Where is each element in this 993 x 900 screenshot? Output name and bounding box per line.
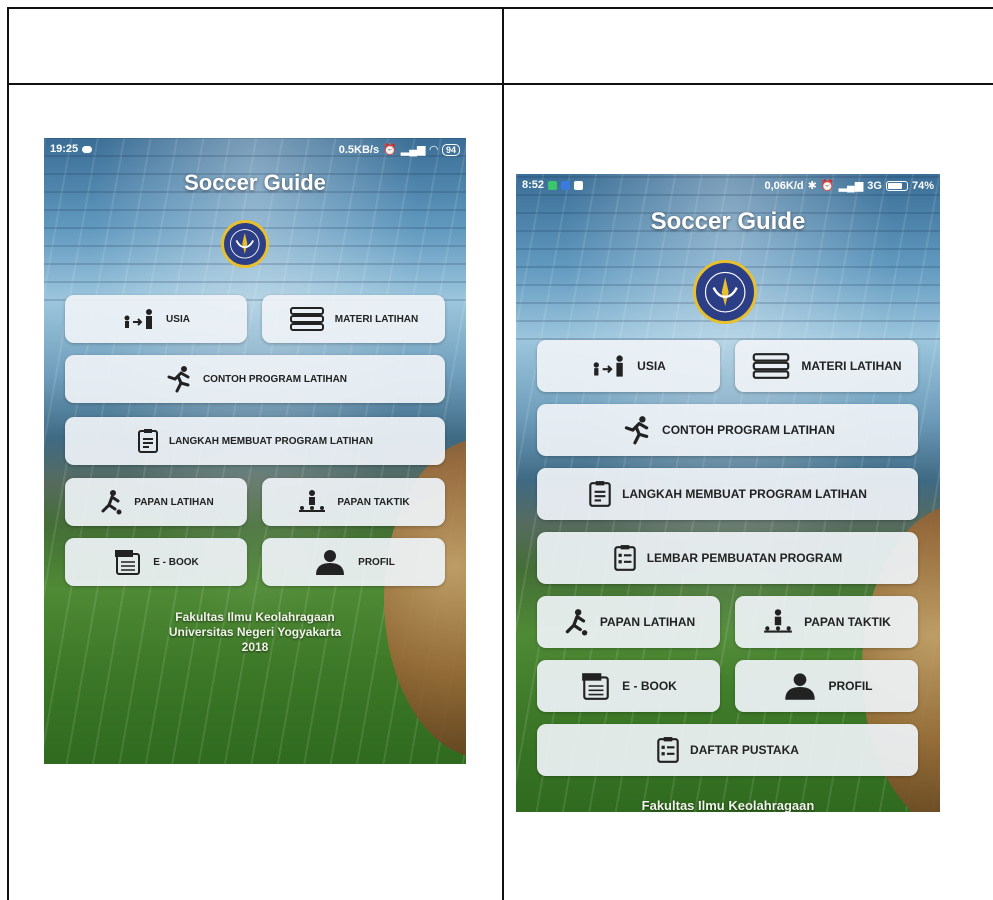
ebook-icon <box>115 550 141 575</box>
signal-icon: ▂▄▆ <box>838 180 864 192</box>
materi-latihan-button[interactable]: MATERI LATIHAN <box>262 295 445 343</box>
langkah-membuat-label: LANGKAH MEMBUAT PROGRAM LATIHAN <box>622 487 867 501</box>
usia-button[interactable]: USIA <box>65 295 247 343</box>
checklist-icon <box>613 545 636 571</box>
daftar-pustaka-button[interactable]: DAFTAR PUSTAKA <box>537 724 918 776</box>
status-time: 19:25 <box>50 143 79 155</box>
runner-icon <box>167 366 190 393</box>
table-row-divider <box>7 83 993 85</box>
materi-latihan-label: MATERI LATIHAN <box>334 313 419 325</box>
lembar-pembuatan-label: LEMBAR PEMBUATAN PROGRAM <box>646 551 843 565</box>
langkah-membuat-button[interactable]: LANGKAH MEMBUAT PROGRAM LATIHAN <box>537 468 918 520</box>
papan-latihan-label: PAPAN LATIHAN <box>599 615 696 629</box>
signal-icon: ▂▄▆ <box>400 144 426 156</box>
phone-screenshot-new: 8:52 0,06K/d ✱ ⏰ ▂▄▆ 3G 74% Soccer Guide… <box>516 174 940 812</box>
footer-university: Universitas Negeri Yogyakarta <box>168 625 342 639</box>
materi-latihan-button[interactable]: MATERI LATIHAN <box>735 340 918 392</box>
daftar-pustaka-label: DAFTAR PUSTAKA <box>690 743 799 757</box>
network-speed: 0.5KB/s <box>338 143 380 156</box>
papan-taktik-button[interactable]: PAPAN TAKTIK <box>262 478 445 526</box>
footer-credit: Fakultas Ilmu Keolahragaan Universitas N… <box>44 610 466 655</box>
network-speed: 0,06K/d <box>764 179 804 192</box>
battery-indicator: 94 <box>441 143 460 156</box>
network-type: 3G <box>867 179 882 192</box>
bluetooth-icon: ✱ <box>807 180 817 192</box>
profil-button[interactable]: PROFIL <box>262 538 445 586</box>
contoh-program-button[interactable]: CONTOH PROGRAM LATIHAN <box>65 355 445 403</box>
usia-button[interactable]: USIA <box>537 340 720 392</box>
university-logo <box>693 260 757 324</box>
checklist-icon <box>657 737 679 763</box>
tactic-board-icon <box>299 490 326 512</box>
lembar-pembuatan-button[interactable]: LEMBAR PEMBUATAN PROGRAM <box>537 532 918 584</box>
ebook-label: E - BOOK <box>622 679 677 693</box>
papan-taktik-button[interactable]: PAPAN TAKTIK <box>735 596 918 648</box>
table-top-border <box>7 7 993 9</box>
ebook-button[interactable]: E - BOOK <box>537 660 720 712</box>
person-silhouette-icon <box>784 673 815 700</box>
university-logo <box>221 220 269 268</box>
footer-credit: Fakultas Ilmu Keolahragaan <box>516 798 940 812</box>
age-progression-icon <box>593 355 623 377</box>
langkah-membuat-label: LANGKAH MEMBUAT PROGRAM LATIHAN <box>168 435 374 447</box>
table-column-divider <box>502 7 504 900</box>
app-notification-icon <box>561 180 571 190</box>
table-left-border <box>7 7 9 900</box>
books-icon <box>289 307 324 331</box>
footballer-kick-icon <box>565 609 588 636</box>
papan-latihan-label: PAPAN LATIHAN <box>134 496 214 508</box>
profil-label: PROFIL <box>358 556 395 568</box>
contoh-program-label: CONTOH PROGRAM LATIHAN <box>662 423 835 437</box>
alarm-icon: ⏰ <box>820 180 835 192</box>
footballer-kick-icon <box>101 490 122 515</box>
tactic-board-icon <box>764 609 793 633</box>
profil-label: PROFIL <box>828 679 873 693</box>
contoh-program-button[interactable]: CONTOH PROGRAM LATIHAN <box>537 404 918 456</box>
wifi-icon: ◠ <box>429 144 438 156</box>
age-progression-icon <box>124 309 153 329</box>
papan-latihan-button[interactable]: PAPAN LATIHAN <box>65 478 247 526</box>
footer-faculty: Fakultas Ilmu Keolahragaan <box>175 610 335 624</box>
books-icon <box>753 353 790 379</box>
ebook-label: E - BOOK <box>153 556 199 568</box>
footer-faculty: Fakultas Ilmu Keolahragaan <box>641 798 815 812</box>
chat-notification-icon <box>548 180 558 190</box>
papan-latihan-button[interactable]: PAPAN LATIHAN <box>537 596 720 648</box>
app-title: Soccer Guide <box>184 170 326 195</box>
contoh-program-label: CONTOH PROGRAM LATIHAN <box>202 373 348 385</box>
usia-label: USIA <box>166 313 190 325</box>
alarm-icon: ⏰ <box>383 144 397 156</box>
usia-label: USIA <box>637 359 666 373</box>
materi-latihan-label: MATERI LATIHAN <box>801 359 902 373</box>
app-title: Soccer Guide <box>650 208 806 235</box>
papan-taktik-label: PAPAN TAKTIK <box>337 496 410 508</box>
langkah-membuat-button[interactable]: LANGKAH MEMBUAT PROGRAM LATIHAN <box>65 417 445 465</box>
status-time: 8:52 <box>522 179 545 191</box>
runner-icon <box>624 416 649 445</box>
papan-taktik-label: PAPAN TAKTIK <box>804 615 891 629</box>
profil-button[interactable]: PROFIL <box>735 660 918 712</box>
footer-year: 2018 <box>241 640 269 654</box>
chat-notification-icon <box>82 145 93 153</box>
clipboard-list-icon <box>589 481 611 507</box>
ebook-button[interactable]: E - BOOK <box>65 538 247 586</box>
phone-screenshot-old: 19:25 0.5KB/s ⏰ ▂▄▆ ◠ 94 Soccer Guide US… <box>44 138 466 764</box>
gallery-notification-icon <box>574 180 584 190</box>
battery-percent: 74% <box>911 179 934 192</box>
clipboard-list-icon <box>137 429 158 453</box>
battery-icon <box>885 180 908 191</box>
ebook-icon <box>582 673 609 700</box>
person-silhouette-icon <box>316 550 345 575</box>
